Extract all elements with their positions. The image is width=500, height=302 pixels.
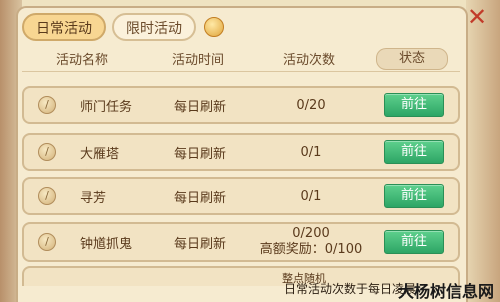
task-badge-icon: / — [38, 187, 56, 205]
activity-name: 钟馗抓鬼 — [80, 236, 133, 252]
activity-name-cell: / 大雁塔 — [24, 143, 144, 162]
activity-count: 0/1 — [300, 188, 322, 204]
table-row: / 大雁塔 每日刷新 0/1 前往 — [22, 133, 460, 171]
task-badge-icon: / — [38, 233, 56, 251]
go-button[interactable]: 前往 — [384, 140, 444, 164]
tab-limited-activities[interactable]: 限时活动 — [112, 13, 196, 41]
tab-bar: 日常活动 限时活动 — [22, 12, 224, 42]
activity-name-cell: / 钟馗抓鬼 — [24, 233, 144, 252]
coin-icon[interactable] — [204, 17, 224, 37]
activity-name: 师门任务 — [80, 99, 133, 115]
activity-name: 寻芳 — [80, 190, 107, 206]
header-count: 活动次数 — [282, 53, 335, 68]
close-icon[interactable]: ✕ — [462, 2, 492, 32]
activity-time: 每日刷新 — [173, 236, 226, 252]
activity-name-cell: / 寻芳 — [24, 187, 144, 206]
table-row: / 寻芳 每日刷新 0/1 前往 — [22, 177, 460, 215]
watermark: 大杨树信息网 — [397, 282, 494, 301]
activity-count: 0/200 高额奖励：0/100 — [256, 226, 366, 258]
activity-time: 每日刷新 — [173, 146, 226, 162]
task-badge-icon: / — [38, 143, 56, 161]
activity-count: 0/1 — [300, 144, 322, 160]
header-name: 活动名称 — [55, 53, 108, 68]
table-header: 活动名称 活动时间 活动次数 状态 — [22, 46, 460, 72]
header-state[interactable]: 状态 — [376, 47, 448, 70]
activity-time: 每日刷新 — [173, 99, 226, 115]
activity-time: 每日刷新 — [173, 190, 226, 206]
activity-count-main: 0/200 — [292, 226, 330, 241]
table-row: / 师门任务 每日刷新 0/20 前往 — [22, 86, 460, 124]
tab-daily-activities[interactable]: 日常活动 — [22, 13, 106, 41]
activity-count: 0/20 — [296, 97, 326, 113]
go-button[interactable]: 前往 — [384, 184, 444, 208]
header-time: 活动时间 — [171, 53, 224, 68]
activity-name-cell: / 师门任务 — [24, 96, 144, 115]
activity-name: 大雁塔 — [80, 146, 120, 162]
right-background — [466, 0, 500, 302]
table-row: / 钟馗抓鬼 每日刷新 0/200 高额奖励：0/100 前往 — [22, 222, 460, 262]
activity-count-bonus: 高额奖励：0/100 — [259, 242, 363, 257]
go-button[interactable]: 前往 — [384, 230, 444, 254]
go-button[interactable]: 前往 — [384, 93, 444, 117]
footer-note: 日常活动次数于每日凌晨 — [284, 282, 417, 296]
task-badge-icon: / — [38, 96, 56, 114]
